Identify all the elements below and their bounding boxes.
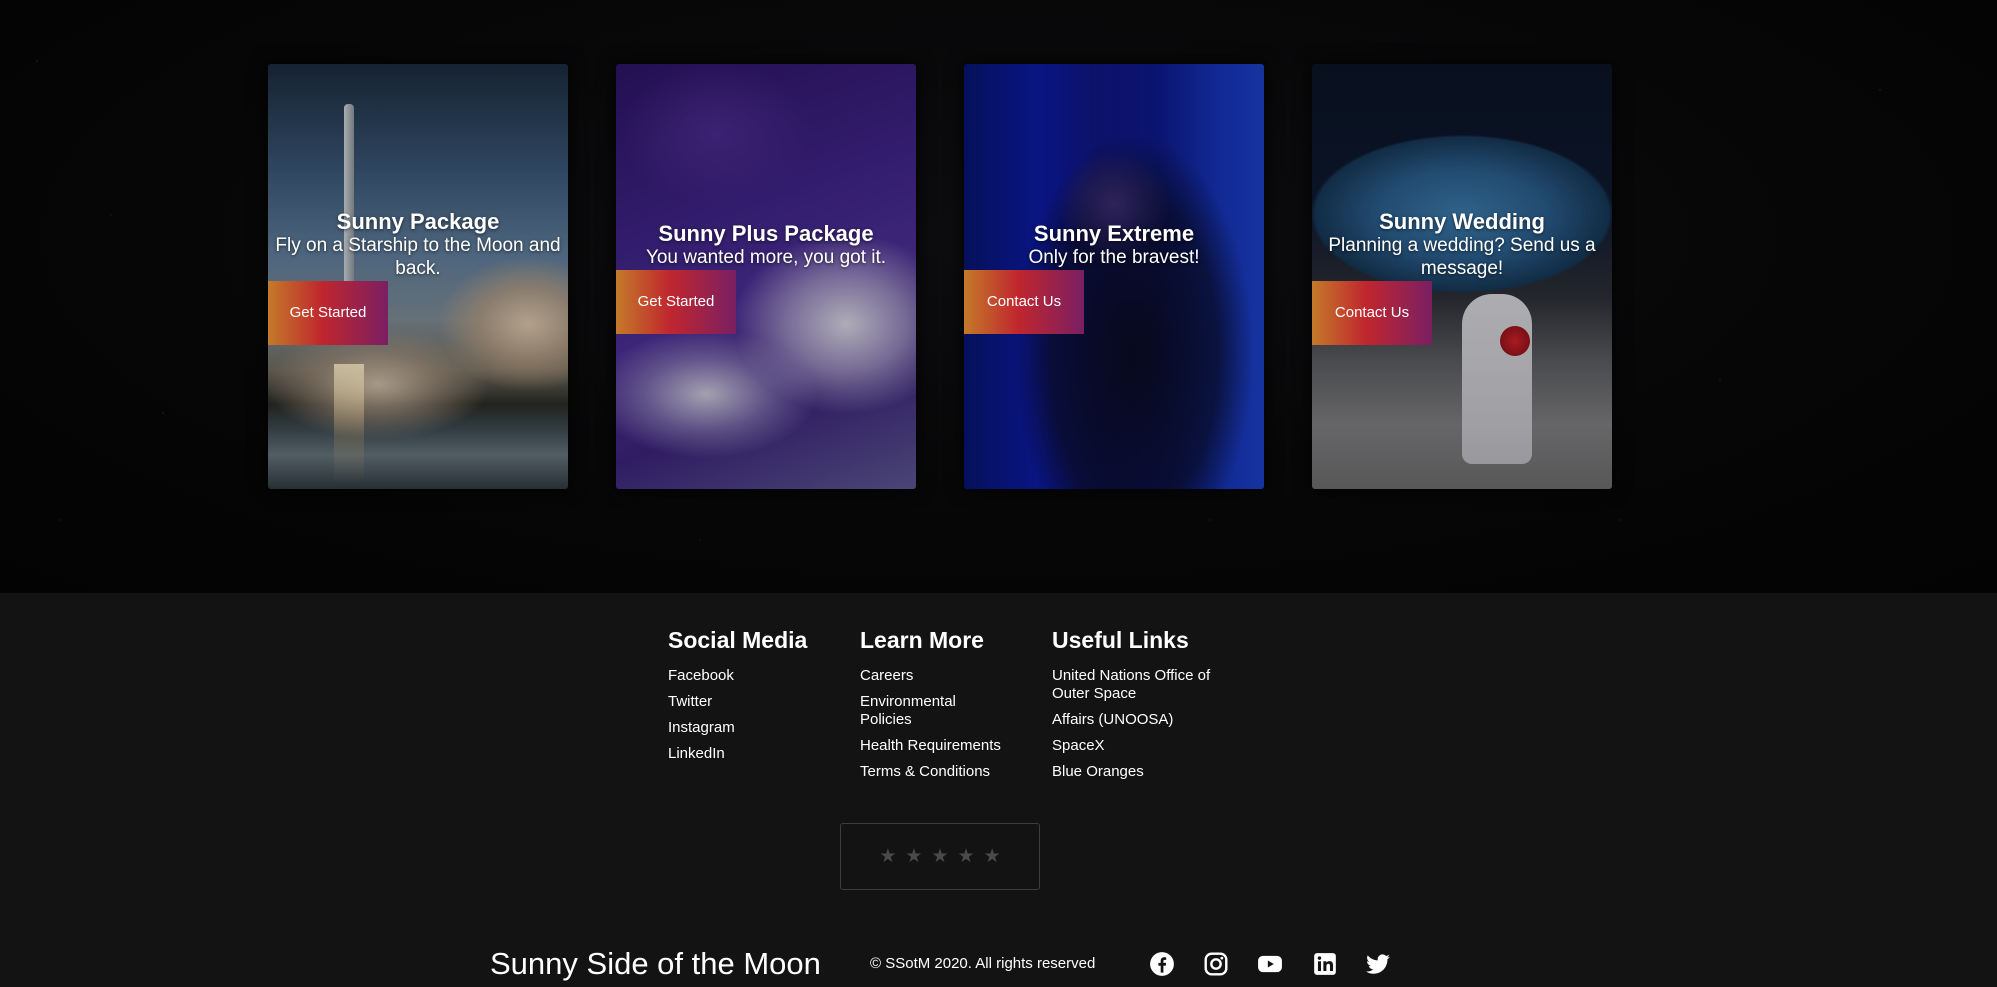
card-subtitle: Fly on a Starship to the Moon and back.	[275, 235, 561, 279]
unoosa-link-continued[interactable]: Affairs (UNOOSA)	[1052, 711, 1222, 729]
spacex-link[interactable]: SpaceX	[1052, 737, 1222, 755]
get-started-button[interactable]: Get Started	[616, 270, 736, 334]
card-subtitle: Only for the bravest!	[1028, 247, 1200, 268]
package-card-sunny-wedding: Sunny Wedding Planning a wedding? Send u…	[1312, 64, 1612, 489]
instagram-link[interactable]: Instagram	[668, 719, 848, 737]
card-title: Sunny Wedding	[1379, 209, 1545, 234]
health-requirements-link[interactable]: Health Requirements	[860, 737, 1030, 755]
terms-conditions-link[interactable]: Terms & Conditions	[860, 763, 1030, 781]
star-icon[interactable]: ★	[931, 847, 948, 866]
star-icon[interactable]: ★	[905, 847, 922, 866]
star-icon[interactable]: ★	[958, 847, 975, 866]
contact-us-button[interactable]: Contact Us	[1312, 281, 1432, 345]
card-title: Sunny Extreme	[1033, 221, 1195, 246]
unoosa-link[interactable]: United Nations Office of Outer Space	[1052, 667, 1212, 703]
card-subtitle: You wanted more, you got it.	[645, 247, 887, 268]
brand-name: Sunny Side of the Moon	[490, 946, 821, 981]
packages-section: Sunny Package Fly on a Starship to the M…	[0, 0, 1997, 593]
star-icon[interactable]: ★	[984, 847, 1001, 866]
environmental-policies-link[interactable]: Environmental Policies	[860, 693, 980, 729]
bottom-bar: Sunny Side of the Moon © SSotM 2020. All…	[490, 944, 1490, 984]
youtube-icon[interactable]	[1257, 951, 1283, 977]
twitter-link[interactable]: Twitter	[668, 693, 848, 711]
useful-links-column: Useful Links United Nations Office of Ou…	[1052, 625, 1222, 789]
get-started-button[interactable]: Get Started	[268, 281, 388, 345]
star-icon[interactable]: ★	[879, 847, 896, 866]
facebook-link[interactable]: Facebook	[668, 667, 848, 685]
blue-oranges-link[interactable]: Blue Oranges	[1052, 763, 1222, 781]
twitter-icon[interactable]	[1365, 951, 1391, 977]
card-subtitle: Planning a wedding? Send us a message!	[1328, 235, 1596, 279]
copyright-text: © SSotM 2020. All rights reserved	[870, 955, 1096, 972]
column-heading: Learn More	[860, 627, 984, 653]
facebook-icon[interactable]	[1149, 951, 1175, 977]
learn-more-column: Learn More Careers Environmental Policie…	[860, 625, 1030, 789]
package-card-sunny-extreme: Sunny Extreme Only for the bravest! Cont…	[964, 64, 1264, 489]
careers-link[interactable]: Careers	[860, 667, 1030, 685]
instagram-icon[interactable]	[1203, 951, 1229, 977]
card-title: Sunny Package	[336, 209, 500, 234]
linkedin-link[interactable]: LinkedIn	[668, 745, 848, 763]
column-heading: Useful Links	[1052, 627, 1189, 653]
star-rating: ★ ★ ★ ★ ★	[840, 823, 1040, 890]
card-title: Sunny Plus Package	[658, 221, 874, 246]
linkedin-icon[interactable]	[1312, 951, 1338, 977]
package-card-sunny-plus: Sunny Plus Package You wanted more, you …	[616, 64, 916, 489]
column-heading: Social Media	[668, 627, 808, 653]
contact-us-button[interactable]: Contact Us	[964, 270, 1084, 334]
social-media-column: Social Media Facebook Twitter Instagram …	[668, 625, 848, 771]
package-card-sunny: Sunny Package Fly on a Starship to the M…	[268, 64, 568, 489]
